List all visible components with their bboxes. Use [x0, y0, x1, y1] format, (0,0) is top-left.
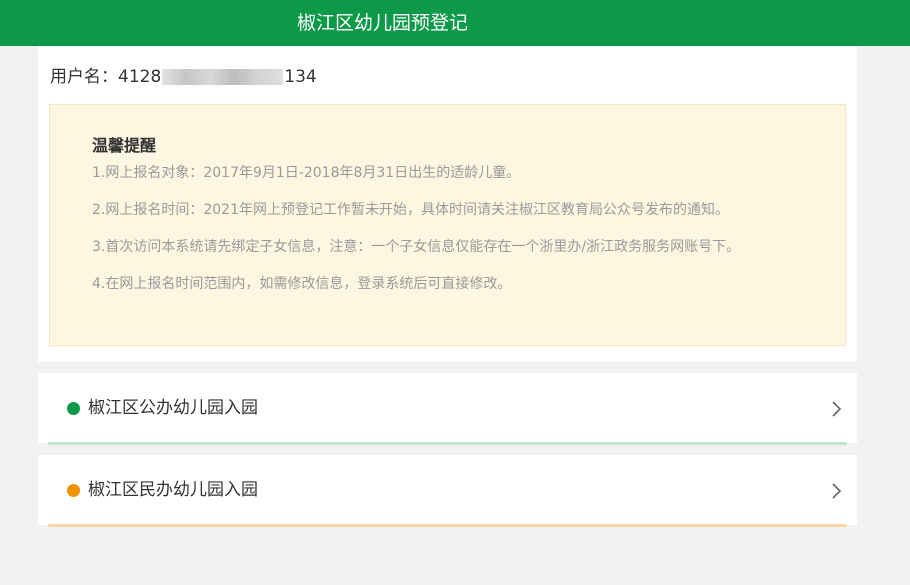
notice-item: 2.网上报名时间：2021年网上预登记工作暂未开始，具体时间请关注椒江区教育局公…: [92, 202, 729, 218]
notice-list: 1.网上报名对象：2017年9月1日-2018年8月31日出生的适龄儿童。 2.…: [92, 163, 802, 311]
username-row: 用户名：4128 134: [50, 62, 317, 87]
chevron-right-icon: [832, 483, 842, 499]
public-kindergarten-entry[interactable]: 椒江区公办幼儿园入园: [38, 373, 857, 445]
entry-underline: [48, 442, 847, 445]
orange-dot-icon: [67, 484, 80, 497]
chevron-right-icon: [832, 401, 842, 417]
entry-label-public: 椒江区公办幼儿园入园: [88, 398, 258, 418]
masked-id: [162, 69, 284, 85]
entry-label-private: 椒江区民办幼儿园入园: [88, 480, 258, 500]
entry-underline: [48, 524, 847, 527]
notice-item: 4.在网上报名时间范围内，如需修改信息，登录系统后可直接修改。: [92, 276, 512, 292]
page-title: 椒江区幼儿园预登记: [297, 12, 469, 34]
notice-item: 1.网上报名对象：2017年9月1日-2018年8月31日出生的适龄儿童。: [92, 165, 521, 181]
username-id-prefix: 4128: [118, 67, 162, 87]
notice-item: 3.首次访问本系统请先绑定子女信息，注意：一个子女信息仅能存在一个浙里办/浙江政…: [92, 239, 741, 255]
private-kindergarten-entry[interactable]: 椒江区民办幼儿园入园: [38, 455, 857, 527]
username-id-suffix: 134: [284, 67, 317, 87]
notice-box: 温馨提醒 1.网上报名对象：2017年9月1日-2018年8月31日出生的适龄儿…: [49, 104, 846, 346]
notice-title: 温馨提醒: [92, 136, 157, 155]
app-header: 椒江区幼儿园预登记: [0, 0, 910, 46]
info-panel: 用户名：4128 134 温馨提醒 1.网上报名对象：2017年9月1日-2018…: [38, 46, 857, 362]
username-label: 用户名：: [50, 67, 118, 87]
green-dot-icon: [67, 402, 80, 415]
